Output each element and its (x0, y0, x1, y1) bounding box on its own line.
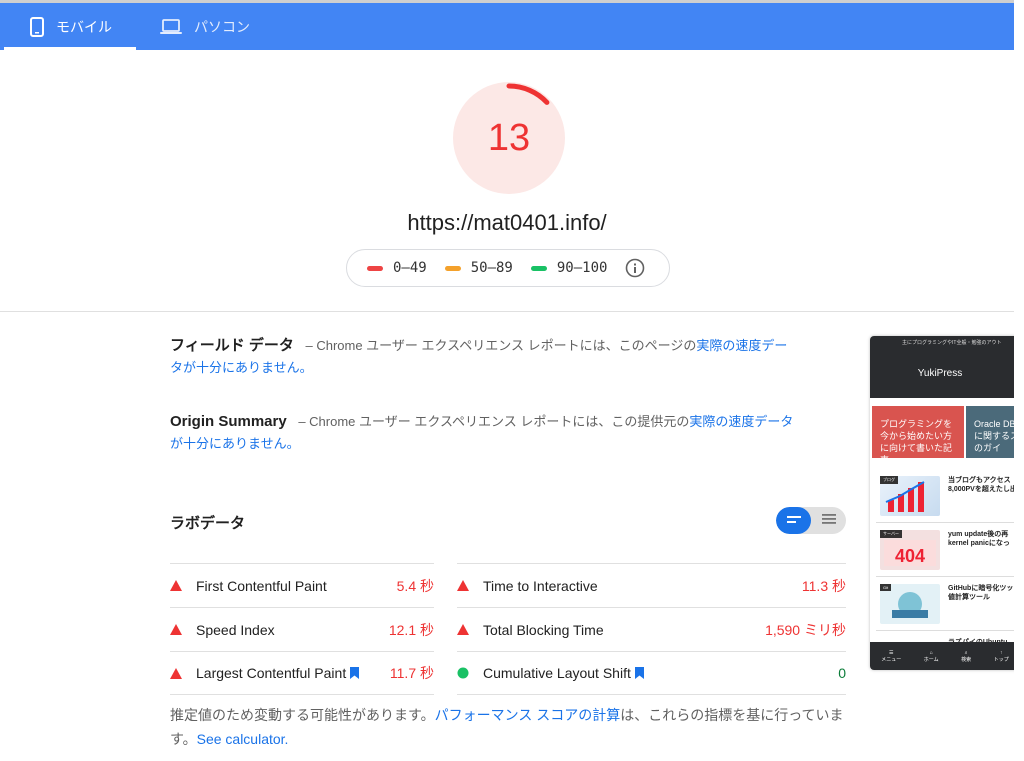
legend-label: 0–49 (393, 260, 427, 276)
thumbnail-post: ブログ 当ブログもアクセス8,000PVを超えたし出た (876, 472, 1020, 522)
page-screenshot-thumbnail: 主にプログラミングやIT全般・勉強のアウト YukiPress プログラミングを… (870, 336, 1020, 670)
metric-name: Cumulative Layout Shift (483, 665, 631, 681)
tab-label: パソコン (194, 18, 250, 35)
legend-item-average: 50–89 (444, 260, 513, 276)
nav-label: トップ (993, 656, 1009, 663)
metric-name: Time to Interactive (483, 577, 598, 594)
post-title: GitHubに暗号化ツッシュ値計算ツール (948, 585, 1020, 601)
fail-triangle-icon (170, 667, 196, 679)
metric-cumulative-layout-shift: Cumulative Layout Shift 0 (457, 651, 846, 695)
post-category: Git (880, 584, 892, 591)
post-title: yum update後の再kernel panicになっ (948, 531, 1010, 547)
thumbnail-bottom-nav: ☰ メニュー ⌂ ホーム ⌕ 検索 ↑ トップ (870, 642, 1020, 670)
legend-swatch-fail (367, 265, 383, 271)
nav-home: ⌂ ホーム (924, 650, 939, 663)
score-calculation-link[interactable]: パフォーマンス スコアの計算 (435, 707, 621, 723)
legend-swatch-pass (530, 265, 547, 271)
see-calculator-link[interactable]: See calculator. (197, 731, 289, 747)
origin-summary-text: ‒ Chrome ユーザー エクスペリエンス レポートには、この提供元の (294, 414, 690, 429)
tab-desktop[interactable]: パソコン (150, 3, 280, 50)
fail-triangle-icon (457, 624, 483, 635)
nav-search: ⌕ 検索 (961, 650, 971, 663)
tab-mobile[interactable]: モバイル (0, 3, 136, 50)
nav-label: 検索 (961, 656, 972, 663)
legend-label: 90–100 (556, 260, 608, 276)
metrics-column-right: Time to Interactive 11.3 秒 Total Blockin… (457, 563, 846, 695)
metric-time-to-interactive: Time to Interactive 11.3 秒 (457, 563, 846, 607)
device-tab-bar: モバイル パソコン (0, 3, 1014, 50)
metric-name: Speed Index (196, 621, 275, 638)
legend-item-pass: 90–100 (530, 260, 608, 276)
metric-name: Total Blocking Time (483, 621, 604, 638)
active-tab-indicator (4, 47, 136, 50)
nav-label: メニュー (881, 656, 902, 663)
origin-summary-title: Origin Summary (170, 413, 287, 430)
smartphone-icon (30, 16, 44, 37)
metric-name: Largest Contentful Paint (196, 665, 347, 681)
thumbnail-post: Git GitHubに暗号化ツッシュ値計算ツール (876, 580, 1020, 630)
metrics-column-left: First Contentful Paint 5.4 秒 Speed Index… (170, 563, 434, 695)
pass-circle-icon (457, 667, 483, 679)
post-category: サーバー (880, 530, 902, 538)
score-legend: 0–49 50–89 90–100 (346, 249, 670, 287)
nav-label: ホーム (923, 656, 939, 663)
window-right-edge (1014, 0, 1024, 761)
metric-value: 12.1 秒 (388, 621, 434, 638)
bookmark-icon (350, 667, 360, 679)
thumbnail-divider (876, 630, 1020, 631)
nav-menu: ☰ メニュー (881, 650, 901, 663)
metric-value: 5.4 秒 (396, 577, 434, 594)
bookmark-icon (634, 667, 644, 679)
fail-triangle-icon (457, 580, 483, 591)
metric-first-contentful-paint: First Contentful Paint 5.4 秒 (170, 563, 434, 607)
field-data-text: ‒ Chrome ユーザー エクスペリエンス レポートには、このページの (301, 338, 697, 353)
metric-value: 11.3 秒 (801, 577, 846, 594)
field-data-title: フィールド データ (170, 337, 294, 354)
fail-triangle-icon (170, 580, 196, 591)
metric-value: 11.7 秒 (389, 665, 434, 681)
tested-url: https://mat0401.info/ (407, 210, 607, 235)
note-text: 推定値のため変動する可能性があります。 (170, 707, 435, 723)
metric-value: 1,590 ミリ秒 (765, 621, 846, 638)
metric-speed-index: Speed Index 12.1 秒 (170, 607, 434, 651)
thumbnail-tagline: 主にプログラミングやIT全般・勉強のアウト (902, 340, 1002, 346)
metrics-view-toggle[interactable] (776, 507, 846, 534)
metric-value: 0 (838, 665, 846, 681)
performance-score: 13 (487, 116, 531, 159)
estimate-note: 推定値のため変動する可能性があります。パフォーマンス スコアの計算は、これらの指… (170, 703, 850, 751)
post-category: ブログ (880, 476, 898, 484)
field-data-section: フィールド データ ‒ Chrome ユーザー エクスペリエンス レポートには、… (170, 335, 800, 379)
legend-item-fail: 0–49 (367, 260, 427, 276)
thumbnail-banner: Oracle DBに関するスのガイ (966, 406, 1020, 458)
compact-view-button[interactable] (776, 507, 811, 534)
metric-name: First Contentful Paint (196, 577, 327, 594)
thumbnail-post: 404 サーバー yum update後の再kernel panicになっ (876, 526, 1020, 576)
metric-total-blocking-time: Total Blocking Time 1,590 ミリ秒 (457, 607, 846, 651)
long-lines-icon (821, 512, 837, 530)
tab-label: モバイル (56, 18, 112, 35)
post-title: 当ブログもアクセス8,000PVを超えたし出た (948, 477, 1020, 493)
lab-data-title: ラボデータ (170, 515, 246, 532)
metric-largest-contentful-paint: Largest Contentful Paint 11.7 秒 (170, 651, 434, 695)
thumbnail-divider (876, 576, 1020, 577)
origin-summary-section: Origin Summary ‒ Chrome ユーザー エクスペリエンス レポ… (170, 411, 800, 455)
legend-label: 50–89 (470, 260, 513, 276)
svg-text:404: 404 (895, 546, 925, 566)
fail-triangle-icon (170, 624, 196, 635)
laptop-icon (160, 18, 182, 35)
thumbnail-banner: プログラミングを今から始めたい方に向けて書いた記事 (872, 406, 964, 465)
nav-top: ↑ トップ (994, 650, 1009, 663)
thumbnail-divider (876, 522, 1020, 523)
short-lines-icon (786, 512, 802, 530)
thumbnail-header: 主にプログラミングやIT全般・勉強のアウト YukiPress (870, 336, 1020, 398)
expanded-view-button[interactable] (811, 507, 846, 534)
legend-swatch-average (444, 265, 461, 271)
info-icon[interactable] (625, 258, 645, 278)
thumbnail-site-title: YukiPress (917, 368, 963, 379)
section-divider (0, 311, 1014, 312)
